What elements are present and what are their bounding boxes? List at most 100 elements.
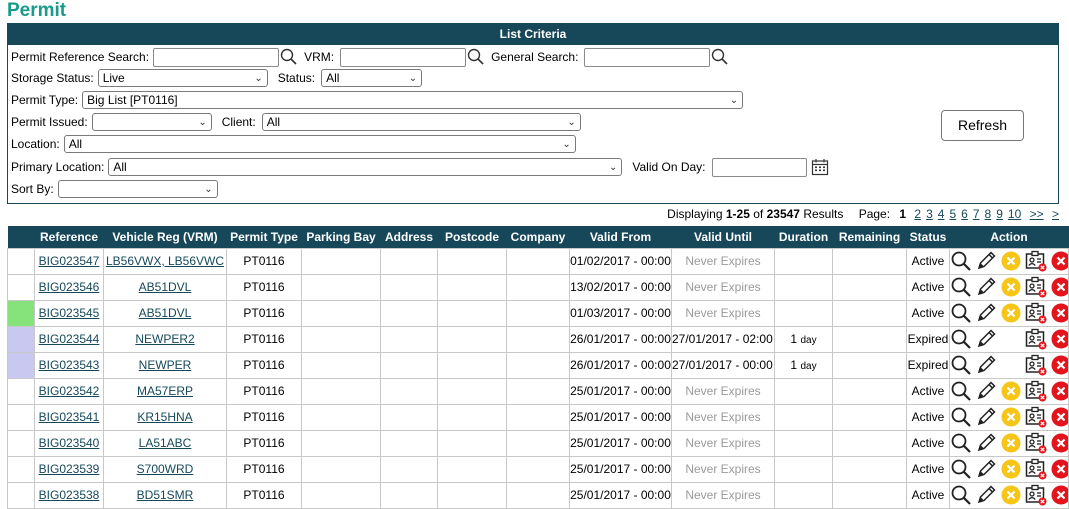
pencil-icon[interactable] xyxy=(975,458,997,480)
view-icon[interactable] xyxy=(951,302,973,324)
col-valid-from[interactable]: Valid From xyxy=(569,226,672,248)
col-company[interactable]: Company xyxy=(506,226,570,248)
page-link[interactable]: 9 xyxy=(996,207,1003,221)
delete-icon[interactable] xyxy=(1050,302,1068,324)
vrm-link[interactable]: NEWPER2 xyxy=(135,332,194,346)
vrm-link[interactable]: S700WRD xyxy=(137,462,194,476)
vrm-input[interactable] xyxy=(340,47,467,67)
permit-card-icon[interactable] xyxy=(1025,484,1047,506)
reference-link[interactable]: BIG023546 xyxy=(39,280,100,294)
view-icon[interactable] xyxy=(951,380,973,402)
storage-status-select[interactable]: Live ⌄ xyxy=(97,69,268,87)
permit-card-icon[interactable] xyxy=(1025,302,1047,324)
permit-issued-select[interactable]: ⌄ xyxy=(91,113,212,131)
permit-card-icon[interactable] xyxy=(1025,276,1047,298)
vrm-link[interactable]: KR15HNA xyxy=(137,410,192,424)
vrm-link[interactable]: NEWPER xyxy=(139,358,192,372)
page-link[interactable]: 2 xyxy=(914,207,921,221)
location-select[interactable]: All ⌄ xyxy=(63,135,576,153)
col-address[interactable]: Address xyxy=(380,226,438,248)
cancel-permit-icon[interactable] xyxy=(1000,432,1022,454)
col-reference[interactable]: Reference xyxy=(34,226,104,248)
page-link[interactable]: 6 xyxy=(961,207,968,221)
vrm-link[interactable]: AB51DVL xyxy=(139,280,192,294)
reference-link[interactable]: BIG023541 xyxy=(39,410,100,424)
permit-card-icon[interactable] xyxy=(1025,354,1047,376)
view-icon[interactable] xyxy=(951,484,973,506)
refresh-button[interactable]: Refresh xyxy=(941,110,1024,141)
valid-on-day-input[interactable] xyxy=(711,157,807,177)
sort-by-select[interactable]: ⌄ xyxy=(57,180,218,198)
view-icon[interactable] xyxy=(951,458,973,480)
delete-icon[interactable] xyxy=(1050,380,1068,402)
pencil-icon[interactable] xyxy=(975,354,997,376)
page-link[interactable]: 4 xyxy=(938,207,945,221)
col-duration[interactable]: Duration xyxy=(774,226,833,248)
pencil-icon[interactable] xyxy=(975,484,997,506)
delete-icon[interactable] xyxy=(1050,432,1068,454)
delete-icon[interactable] xyxy=(1050,458,1068,480)
general-search-input[interactable] xyxy=(584,47,711,67)
col-remaining[interactable]: Remaining xyxy=(832,226,907,248)
cancel-permit-icon[interactable] xyxy=(1000,250,1022,272)
view-icon[interactable] xyxy=(951,250,973,272)
col-vrm[interactable]: Vehicle Reg (VRM) xyxy=(103,226,227,248)
delete-icon[interactable] xyxy=(1050,406,1068,428)
reference-link[interactable]: BIG023545 xyxy=(39,306,100,320)
col-parking-bay[interactable]: Parking Bay xyxy=(301,226,381,248)
delete-icon[interactable] xyxy=(1050,328,1068,350)
calendar-icon[interactable] xyxy=(811,158,829,176)
view-icon[interactable] xyxy=(951,432,973,454)
vrm-link[interactable]: LB56VWX, LB56VWC xyxy=(106,254,224,268)
client-select[interactable]: All ⌄ xyxy=(261,113,581,131)
permit-card-icon[interactable] xyxy=(1025,432,1047,454)
pencil-icon[interactable] xyxy=(975,250,997,272)
vrm-link[interactable]: BD51SMR xyxy=(137,488,194,502)
view-icon[interactable] xyxy=(951,354,973,376)
permit-card-icon[interactable] xyxy=(1025,406,1047,428)
reference-link[interactable]: BIG023538 xyxy=(39,488,100,502)
cancel-permit-icon[interactable] xyxy=(1000,484,1022,506)
cancel-permit-icon[interactable] xyxy=(1000,380,1022,402)
next-pages-link[interactable]: >> xyxy=(1030,207,1044,221)
col-postcode[interactable]: Postcode xyxy=(437,226,507,248)
general-search-icon[interactable] xyxy=(711,48,729,66)
reference-link[interactable]: BIG023547 xyxy=(39,254,100,268)
col-status[interactable]: Status xyxy=(906,226,950,248)
permit-reference-search-icon[interactable] xyxy=(280,48,298,66)
page-link[interactable]: 5 xyxy=(949,207,956,221)
col-permit-type[interactable]: Permit Type xyxy=(226,226,302,248)
delete-icon[interactable] xyxy=(1050,484,1068,506)
pencil-icon[interactable] xyxy=(975,406,997,428)
permit-card-icon[interactable] xyxy=(1025,380,1047,402)
pencil-icon[interactable] xyxy=(975,302,997,324)
reference-link[interactable]: BIG023539 xyxy=(39,462,100,476)
pencil-icon[interactable] xyxy=(975,328,997,350)
cancel-permit-icon[interactable] xyxy=(1000,276,1022,298)
page-link[interactable]: 8 xyxy=(985,207,992,221)
delete-icon[interactable] xyxy=(1050,354,1068,376)
col-valid-until[interactable]: Valid Until xyxy=(671,226,775,248)
page-link[interactable]: 7 xyxy=(973,207,980,221)
delete-icon[interactable] xyxy=(1050,250,1068,272)
page-link[interactable]: 3 xyxy=(926,207,933,221)
view-icon[interactable] xyxy=(951,276,973,298)
last-page-link[interactable]: > xyxy=(1052,207,1059,221)
permit-card-icon[interactable] xyxy=(1025,328,1047,350)
permit-card-icon[interactable] xyxy=(1025,250,1047,272)
view-icon[interactable] xyxy=(951,328,973,350)
vrm-search-icon[interactable] xyxy=(467,48,485,66)
status-select[interactable]: All ⌄ xyxy=(321,69,423,87)
vrm-link[interactable]: LA51ABC xyxy=(139,436,192,450)
vrm-link[interactable]: MA57ERP xyxy=(137,384,193,398)
reference-link[interactable]: BIG023544 xyxy=(39,332,100,346)
cancel-permit-icon[interactable] xyxy=(1000,302,1022,324)
pencil-icon[interactable] xyxy=(975,432,997,454)
primary-location-select[interactable]: All ⌄ xyxy=(108,158,623,176)
pencil-icon[interactable] xyxy=(975,276,997,298)
vrm-link[interactable]: AB51DVL xyxy=(139,306,192,320)
cancel-permit-icon[interactable] xyxy=(1000,458,1022,480)
reference-link[interactable]: BIG023540 xyxy=(39,436,100,450)
permit-reference-input[interactable] xyxy=(153,47,280,67)
cancel-permit-icon[interactable] xyxy=(1000,406,1022,428)
